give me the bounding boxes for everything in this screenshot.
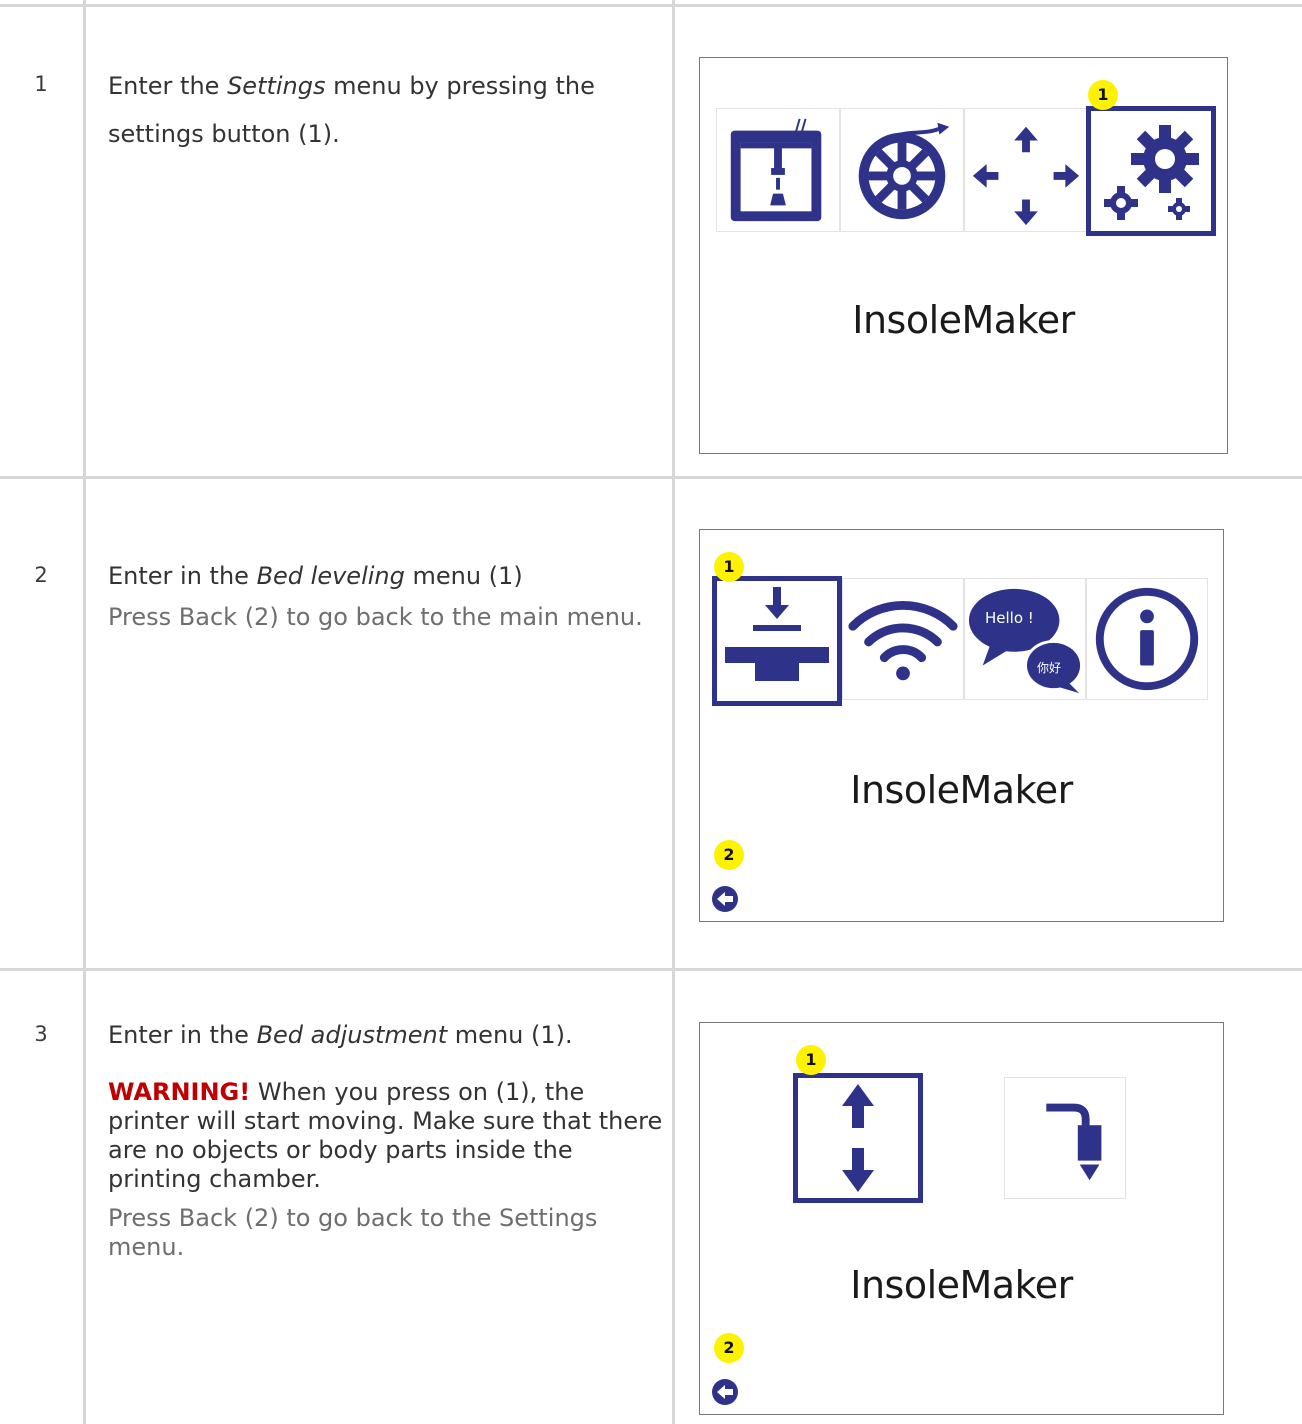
row-divider: [0, 476, 1302, 479]
bed-leveling-tile[interactable]: [712, 576, 842, 706]
printer-icon: [730, 118, 822, 222]
info-icon: [1095, 587, 1199, 691]
bed-leveling-icon: [725, 587, 829, 681]
callout-badge: 1: [714, 552, 744, 582]
filament-tile[interactable]: [840, 108, 964, 232]
step-number: 1: [34, 72, 48, 96]
steps-table: 1 Enter the Settings menu by pressing th…: [0, 0, 1302, 1424]
step-number: 2: [34, 563, 48, 587]
warning-label: WARNING!: [108, 1078, 251, 1106]
printer-tile[interactable]: [716, 108, 840, 232]
back-arrow-icon[interactable]: [712, 886, 738, 912]
back-arrow-icon[interactable]: [712, 1379, 738, 1405]
callout-badge: 2: [714, 1333, 744, 1363]
language-icon: [968, 588, 1084, 694]
text-part: Enter in the: [108, 1021, 257, 1049]
step-instruction: Enter in the Bed leveling menu (1): [108, 559, 663, 593]
bed-adjust-tile[interactable]: [793, 1073, 923, 1203]
step-text: Enter in the Bed adjustment menu (1). WA…: [108, 1018, 663, 1262]
menu-name: Bed leveling: [256, 562, 405, 590]
warning-text: WARNING! When you press on (1), the prin…: [108, 1078, 663, 1194]
callout-badge: 1: [796, 1045, 826, 1075]
language-tile[interactable]: Hello ! 你好: [964, 578, 1086, 700]
step-instruction: Enter in the Bed adjustment menu (1).: [108, 1018, 663, 1052]
menu-name: Settings: [227, 72, 326, 100]
move-arrows-icon: [972, 126, 1080, 226]
step-text: Enter the Settings menu by pressing the …: [108, 62, 663, 158]
column-divider: [83, 0, 86, 1424]
step-number: 3: [34, 1022, 48, 1046]
text-part: menu (1).: [447, 1021, 573, 1049]
printer-screen: 1 InsoleMaker: [699, 57, 1228, 454]
text-part: menu (1): [404, 562, 523, 590]
menu-name: Bed adjustment: [256, 1021, 448, 1049]
callout-badge: 2: [714, 840, 744, 870]
extruder-tile[interactable]: [1004, 1077, 1126, 1199]
settings-tile[interactable]: [1086, 106, 1216, 236]
brand-name: InsoleMaker: [852, 298, 1075, 342]
step-text: Enter in the Bed leveling menu (1) Press…: [108, 559, 663, 632]
extruder-icon: [1046, 1103, 1102, 1181]
row-divider: [0, 4, 1302, 7]
move-tile[interactable]: [964, 108, 1088, 232]
language-hello: Hello !: [985, 609, 1034, 627]
text-part: Enter in the: [108, 562, 257, 590]
filament-spool-icon: [858, 122, 950, 220]
row-divider: [0, 968, 1302, 971]
wifi-tile[interactable]: [842, 578, 964, 700]
brand-name: InsoleMaker: [850, 1263, 1073, 1307]
printer-screen: 1 InsoleMaker 2: [699, 1022, 1224, 1415]
info-tile[interactable]: [1086, 578, 1208, 700]
settings-gears-icon: [1104, 125, 1199, 220]
brand-name: InsoleMaker: [850, 768, 1073, 812]
wifi-icon: [848, 600, 958, 681]
language-chinese: 你好: [1037, 661, 1062, 675]
printer-screen: Hello ! 你好 1 InsoleMaker 2: [699, 529, 1224, 922]
step-note: Press Back (2) to go back to the Setting…: [108, 1204, 598, 1261]
step-note: Press Back (2) to go back to the main me…: [108, 603, 643, 631]
text-part: Enter the: [108, 72, 228, 100]
callout-badge: 1: [1088, 80, 1118, 110]
column-divider: [672, 0, 675, 1424]
step-instruction: Enter the Settings menu by pressing the …: [108, 62, 663, 158]
bed-adjust-arrows-icon: [842, 1084, 874, 1192]
